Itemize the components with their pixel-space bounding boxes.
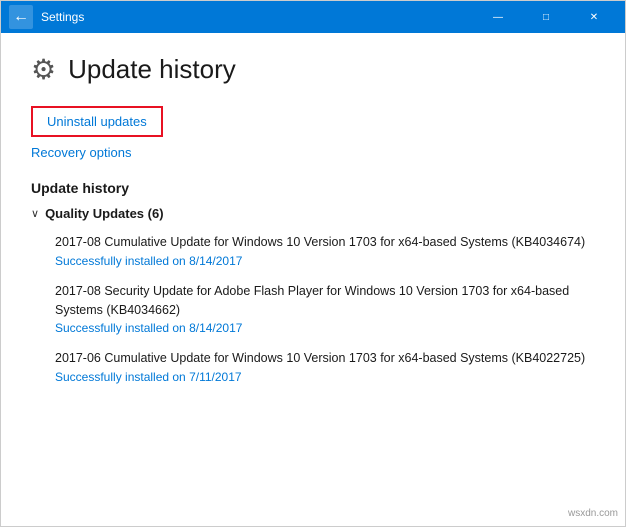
chevron-icon: ∨	[31, 207, 39, 220]
gear-icon: ⚙	[31, 53, 56, 86]
update-status-1[interactable]: Successfully installed on 8/14/2017	[55, 254, 595, 268]
update-status-2[interactable]: Successfully installed on 8/14/2017	[55, 321, 595, 335]
page-header: ⚙ Update history	[31, 53, 595, 86]
content-area: ⚙ Update history Uninstall updates Recov…	[1, 33, 625, 526]
close-button[interactable]: ✕	[571, 1, 617, 33]
update-history-section-title: Update history	[31, 180, 595, 196]
quality-updates-title: Quality Updates (6)	[45, 206, 163, 221]
update-status-3[interactable]: Successfully installed on 7/11/2017	[55, 370, 595, 384]
update-item-3: 2017-06 Cumulative Update for Windows 10…	[31, 349, 595, 384]
update-item-1: 2017-08 Cumulative Update for Windows 10…	[31, 233, 595, 268]
title-bar-title: Settings	[41, 10, 84, 24]
watermark: wsxdn.com	[568, 508, 618, 519]
window: ← Settings — □ ✕ ⚙ Update history Unins	[0, 0, 626, 527]
main-panel: ⚙ Update history Uninstall updates Recov…	[1, 33, 625, 526]
title-bar-controls: — □ ✕	[475, 1, 617, 33]
back-button[interactable]: ←	[9, 5, 33, 29]
title-bar: ← Settings — □ ✕	[1, 1, 625, 33]
recovery-options-link[interactable]: Recovery options	[31, 145, 595, 160]
page-title: Update history	[68, 54, 236, 85]
update-item-2: 2017-08 Security Update for Adobe Flash …	[31, 282, 595, 336]
update-name-3: 2017-06 Cumulative Update for Windows 10…	[55, 349, 595, 368]
maximize-button[interactable]: □	[523, 1, 569, 33]
uninstall-updates-button[interactable]: Uninstall updates	[31, 106, 163, 137]
update-name-1: 2017-08 Cumulative Update for Windows 10…	[55, 233, 595, 252]
quality-updates-header[interactable]: ∨ Quality Updates (6)	[31, 206, 595, 221]
title-bar-left: ← Settings	[9, 5, 84, 29]
minimize-button[interactable]: —	[475, 1, 521, 33]
update-name-2: 2017-08 Security Update for Adobe Flash …	[55, 282, 595, 320]
